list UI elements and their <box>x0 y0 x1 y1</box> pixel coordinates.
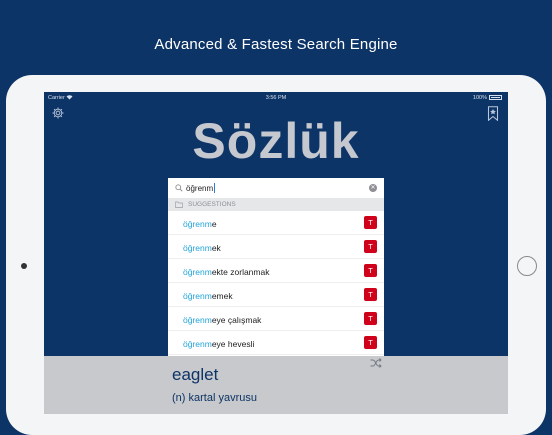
text-cursor <box>213 183 215 193</box>
suggestion-item[interactable]: öğrenmeye hevesli T <box>168 331 384 355</box>
status-time: 3:56 PM <box>265 95 287 101</box>
suggestion-rest: eye çalışmak <box>211 315 262 325</box>
suggestions-header: SUGGESTIONS <box>168 198 384 211</box>
home-button[interactable] <box>517 256 537 276</box>
search-input[interactable] <box>186 182 356 194</box>
folder-icon <box>175 201 183 208</box>
front-camera <box>21 263 27 269</box>
language-badge[interactable]: T <box>364 288 377 301</box>
suggestion-text: öğrenmekte zorlanmak <box>183 267 269 277</box>
search-icon <box>175 184 183 192</box>
result-definition: (n) kartal yavrusu <box>172 392 257 404</box>
status-bar: Carrier 3:56 PM 100% <box>44 92 508 104</box>
suggestion-rest: e <box>211 219 217 229</box>
suggestion-text: öğrenme <box>183 219 217 229</box>
language-badge[interactable]: T <box>364 312 377 325</box>
language-badge[interactable]: T <box>364 240 377 253</box>
app-logo: Sözlük <box>192 113 360 169</box>
suggestion-match: öğrenm <box>183 219 212 229</box>
suggestion-item[interactable]: öğrenmeye çalışmak T <box>168 307 384 331</box>
suggestions-label: SUGGESTIONS <box>188 201 236 208</box>
battery-percent: 100% <box>472 95 487 101</box>
suggestion-rest: emek <box>211 291 233 301</box>
suggestion-match: öğrenm <box>183 267 212 277</box>
clear-icon[interactable]: ✕ <box>369 184 377 192</box>
battery-icon <box>489 95 502 100</box>
suggestion-text: öğrenmeye çalışmak <box>183 315 261 325</box>
status-battery: 100% <box>473 95 502 101</box>
app-screen: Carrier 3:56 PM 100% Sözlük eaglet (n) k… <box>44 92 508 414</box>
suggestion-item[interactable]: öğrenme T <box>168 211 384 235</box>
suggestion-item[interactable]: öğrenmekte zorlanmak T <box>168 259 384 283</box>
suggestion-match: öğrenm <box>183 315 212 325</box>
language-badge[interactable]: T <box>364 264 377 277</box>
suggestion-rest: ek <box>211 243 221 253</box>
suggestion-match: öğrenm <box>183 243 212 253</box>
result-word[interactable]: eaglet <box>172 365 218 385</box>
suggestion-match: öğrenm <box>183 339 212 349</box>
search-dropdown: ✕ SUGGESTIONS öğrenme T öğrenmek T öğren… <box>168 178 384 356</box>
language-badge[interactable]: T <box>364 216 377 229</box>
suggestion-match: öğrenm <box>183 291 212 301</box>
language-badge[interactable]: T <box>364 336 377 349</box>
suggestion-text: öğrenmeye hevesli <box>183 339 254 349</box>
headline: Advanced & Fastest Search Engine <box>154 36 398 53</box>
suggestion-text: öğrenmemek <box>183 291 233 301</box>
search-bar: ✕ <box>168 178 384 198</box>
suggestion-item[interactable]: öğrenmek T <box>168 235 384 259</box>
suggestion-item[interactable]: öğrenmemek T <box>168 283 384 307</box>
suggestion-rest: ekte zorlanmak <box>211 267 270 277</box>
result-panel: eaglet (n) kartal yavrusu <box>44 356 508 414</box>
suggestion-rest: eye hevesli <box>211 339 255 349</box>
suggestion-text: öğrenmek <box>183 243 221 253</box>
shuffle-icon[interactable] <box>370 358 382 368</box>
